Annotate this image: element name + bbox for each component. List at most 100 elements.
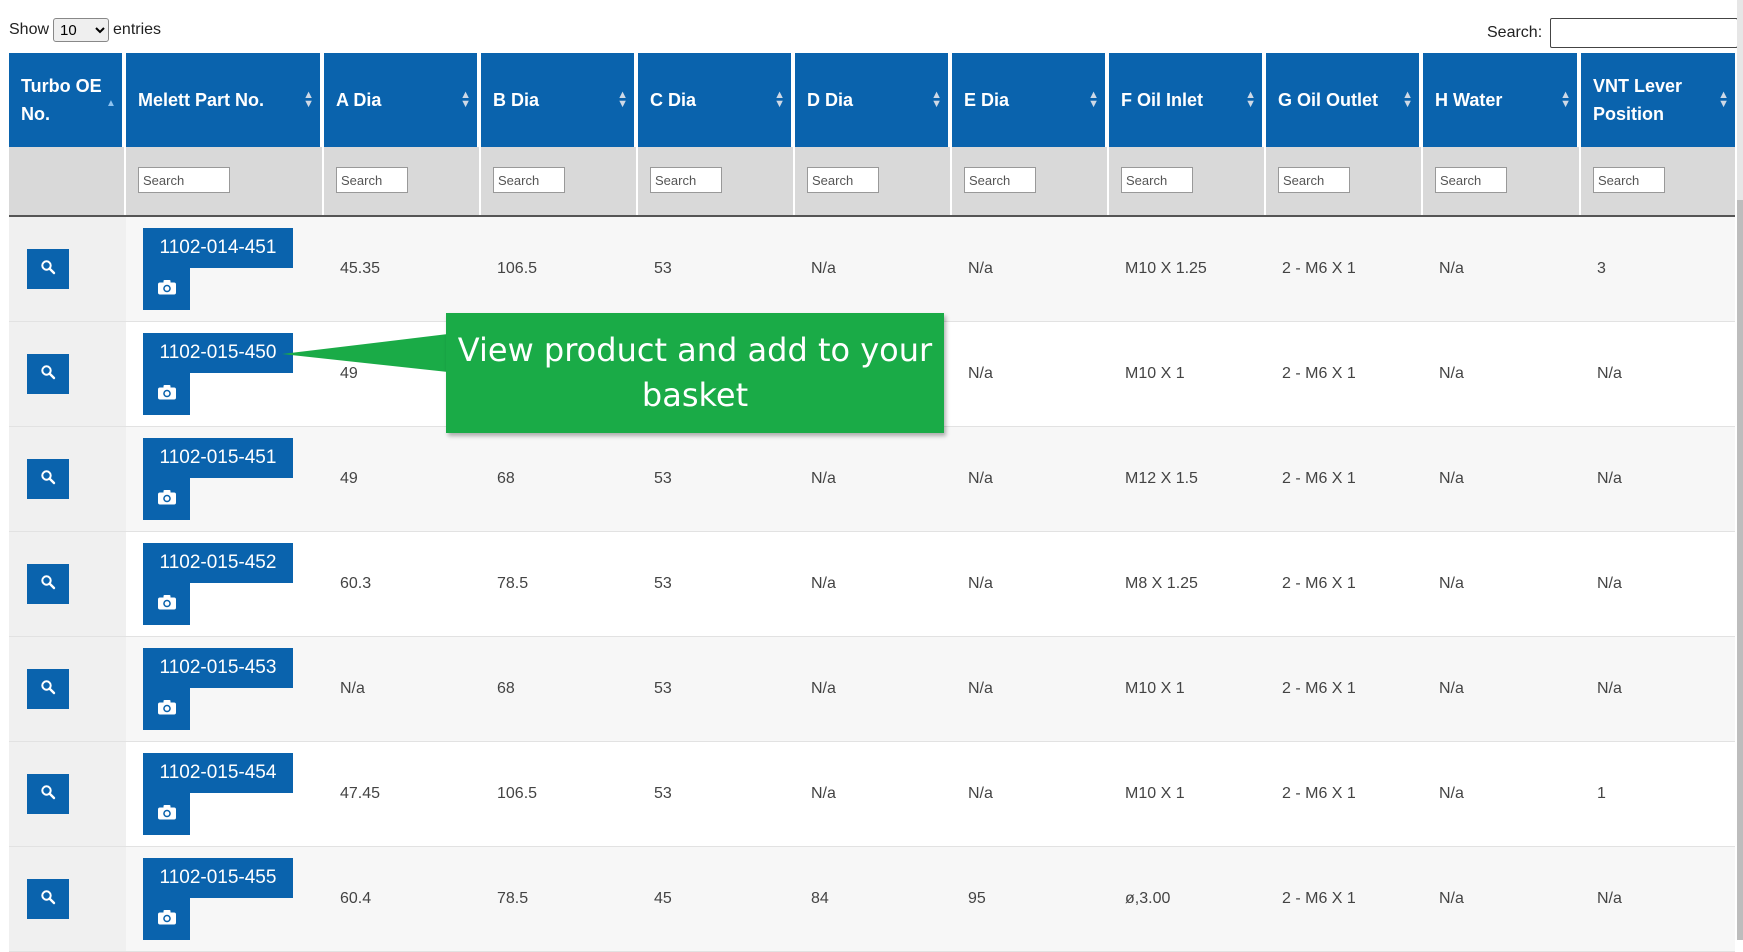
cell-value: 106.5 [497,260,538,277]
part-number-button[interactable]: 1102-015-450 [143,333,293,373]
cell-e-dia: N/a [952,217,1109,321]
view-product-button[interactable] [27,669,69,709]
cell-value: N/a [968,575,993,592]
cell-value: N/a [968,470,993,487]
filter-input-a-dia[interactable] [336,167,408,193]
view-photo-button[interactable] [143,478,190,520]
cell-f-oil-inlet: M10 X 1 [1109,322,1266,426]
column-header-b-dia[interactable]: B Dia ▲ ▼ [481,53,638,147]
camera-icon [157,804,177,825]
column-header-melett-part-no[interactable]: Melett Part No. ▲ ▼ [126,53,324,147]
column-header-label: D Dia [807,90,854,110]
cell-value: 3 [1597,260,1606,277]
scrollbar-thumb[interactable] [1737,200,1743,940]
cell-b-dia: 78.5 [481,847,638,951]
view-photo-button[interactable] [143,688,190,730]
table-controls: Show 10 entries Search: [0,0,1743,60]
cell-value: M10 X 1 [1125,365,1185,382]
filter-input-e-dia[interactable] [964,167,1036,193]
part-number-button[interactable]: 1102-015-451 [143,438,293,478]
part-number-button[interactable]: 1102-015-453 [143,648,293,688]
cell-vnt-lever-position: 3 [1581,217,1735,321]
cell-b-dia: 106.5 [481,742,638,846]
cell-value: 53 [654,785,672,802]
global-search-input[interactable] [1550,18,1739,48]
sort-arrows-icon: ▲ ▼ [1402,89,1413,110]
cell-turbo-oe-no [9,532,126,636]
filter-input-h-water[interactable] [1435,167,1507,193]
filter-input-f-oil-inlet[interactable] [1121,167,1193,193]
view-photo-button[interactable] [143,373,190,415]
cell-f-oil-inlet: M10 X 1.25 [1109,217,1266,321]
filter-input-c-dia[interactable] [650,167,722,193]
filter-input-b-dia[interactable] [493,167,565,193]
cell-melett-part-no: 1102-015-453 [126,637,324,741]
part-number-button[interactable]: 1102-015-454 [143,753,293,793]
column-header-turbo-oe-no[interactable]: Turbo OE No. ▲ [9,53,126,147]
cell-value: 2 - M6 X 1 [1282,470,1356,487]
search-icon [40,679,56,700]
table-row: 1102-014-451 45.35 106.5 53 N/a N/a M10 X 1.25… [9,217,1735,322]
cell-value: 2 - M6 X 1 [1282,890,1356,907]
part-number-button[interactable]: 1102-015-455 [143,858,293,898]
filter-cell-b-dia [481,147,638,215]
page-scrollbar[interactable] [1737,0,1743,940]
cell-turbo-oe-no [9,637,126,741]
cell-value: N/a [811,470,836,487]
table-row: 1102-015-451 49 68 53 N/a N/a M12 X 1.5 2 - M6 … [9,427,1735,532]
cell-g-oil-outlet: 2 - M6 X 1 [1266,217,1423,321]
filter-input-vnt-lever-position[interactable] [1593,167,1665,193]
view-product-button[interactable] [27,459,69,499]
column-header-label: VNT Lever Position [1593,76,1683,124]
entries-select[interactable]: 10 [53,18,110,42]
view-photo-button[interactable] [143,793,190,835]
filter-input-g-oil-outlet[interactable] [1278,167,1350,193]
sort-arrows-icon: ▲ ▼ [460,89,471,110]
column-header-d-dia[interactable]: D Dia ▲ ▼ [795,53,952,147]
cell-value: ø,3.00 [1125,890,1171,907]
column-header-f-oil-inlet[interactable]: F Oil Inlet ▲ ▼ [1109,53,1266,147]
cell-vnt-lever-position: N/a [1581,847,1735,951]
view-product-button[interactable] [27,774,69,814]
cell-a-dia: N/a [324,637,481,741]
cell-d-dia: N/a [795,217,952,321]
sort-arrows-icon: ▲ ▼ [931,89,942,110]
filter-cell-c-dia [638,147,795,215]
cell-a-dia: 60.3 [324,532,481,636]
column-header-g-oil-outlet[interactable]: G Oil Outlet ▲ ▼ [1266,53,1423,147]
view-product-button[interactable] [27,249,69,289]
search-icon [40,574,56,595]
view-product-button[interactable] [27,354,69,394]
cell-value: N/a [968,680,993,697]
table-row: 1102-015-454 47.45 106.5 53 N/a N/a M10 X 1 2 -… [9,742,1735,847]
filter-input-melett-part-no[interactable] [138,167,230,193]
cell-c-dia: 53 [638,532,795,636]
cell-c-dia: 53 [638,217,795,321]
search-icon [40,889,56,910]
column-header-c-dia[interactable]: C Dia ▲ ▼ [638,53,795,147]
cell-melett-part-no: 1102-014-451 [126,217,324,321]
cell-vnt-lever-position: 1 [1581,742,1735,846]
part-number-button[interactable]: 1102-015-452 [143,543,293,583]
view-photo-button[interactable] [143,583,190,625]
view-photo-button[interactable] [143,898,190,940]
column-header-e-dia[interactable]: E Dia ▲ ▼ [952,53,1109,147]
column-header-h-water[interactable]: H Water ▲ ▼ [1423,53,1581,147]
cell-value: N/a [1597,680,1622,697]
column-header-a-dia[interactable]: A Dia ▲ ▼ [324,53,481,147]
camera-icon [157,699,177,720]
cell-value: M12 X 1.5 [1125,470,1198,487]
view-product-button[interactable] [27,879,69,919]
view-product-button[interactable] [27,564,69,604]
cell-g-oil-outlet: 2 - M6 X 1 [1266,427,1423,531]
cell-value: N/a [811,680,836,697]
view-photo-button[interactable] [143,268,190,310]
part-number-button[interactable]: 1102-014-451 [143,228,293,268]
column-header-vnt-lever-position[interactable]: VNT Lever Position ▲ ▼ [1581,53,1735,147]
cell-value: 49 [340,470,358,487]
filter-cell-a-dia [324,147,481,215]
search-icon [40,784,56,805]
cell-a-dia: 49 [324,427,481,531]
filter-input-d-dia[interactable] [807,167,879,193]
column-header-label: Melett Part No. [138,90,265,110]
